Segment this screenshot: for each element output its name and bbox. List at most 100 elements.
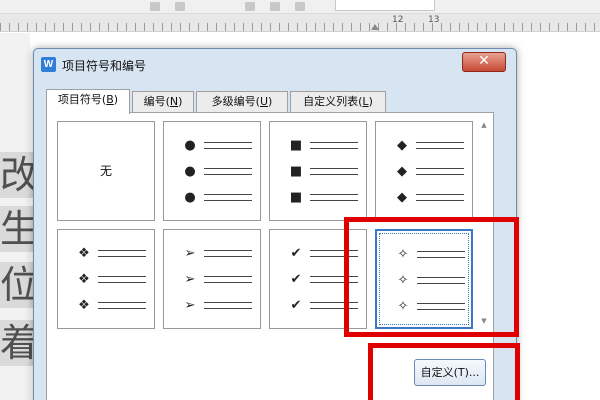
tab-multilevel[interactable]: 多级编号(U) (196, 91, 288, 112)
bullet-preview-line (98, 276, 146, 277)
bullet-preview-line (204, 148, 252, 149)
bullet-preview-line (416, 142, 464, 143)
tab-label: 编号( (143, 95, 170, 108)
bullet-preview-line (98, 282, 146, 283)
horizontal-ruler[interactable]: 12 13 (0, 14, 600, 32)
bullet-symbol: ● (184, 190, 196, 205)
bullet-symbol: ■ (289, 164, 303, 179)
bullet-option-diamond[interactable]: ◆ ◆ ◆ (375, 121, 473, 221)
bullet-symbol: ◆ (397, 138, 407, 153)
document-text[interactable]: 位 (0, 262, 34, 308)
bullet-symbol: ❖ (78, 246, 90, 261)
bullet-symbol: ❖ (78, 298, 90, 313)
bullet-symbol: ❖ (78, 272, 90, 287)
toolbar-button-icon[interactable] (175, 2, 185, 11)
bullet-symbol: ✔ (290, 298, 302, 313)
bullet-preview-line (98, 302, 146, 303)
bullet-symbol: ➢ (184, 246, 196, 261)
bullet-none-label: 无 (99, 164, 112, 178)
tab-numbering[interactable]: 编号(N) (132, 91, 194, 112)
dialog-title: 项目符号和编号 (62, 59, 147, 73)
bullet-preview-line (204, 142, 252, 143)
toolbar-button-icon[interactable] (270, 2, 280, 11)
highlight-box-selected-bullet (344, 217, 519, 337)
bullet-symbol: ◆ (397, 190, 407, 205)
document-text[interactable]: 生 (0, 206, 34, 252)
bullet-symbol: ✔ (290, 246, 302, 261)
bullet-preview-line (98, 308, 146, 309)
bullet-preview-line (310, 148, 358, 149)
bullet-preview-row: ● (182, 191, 252, 205)
bullet-preview-line (204, 282, 252, 283)
tab-accelerator: U (259, 95, 269, 108)
bullet-preview-line (204, 308, 252, 309)
tab-label: 多级编号( (211, 95, 260, 108)
bullet-preview-line (416, 174, 464, 175)
tab-label: ) (113, 93, 119, 106)
bullet-preview-line (310, 168, 358, 169)
bullet-option-arrow[interactable]: ➢ ➢ ➢ (163, 229, 261, 329)
bullet-preview-line (310, 142, 358, 143)
bullet-preview-row: ➢ (182, 247, 252, 261)
bullet-preview-row: ➢ (182, 273, 252, 287)
bullet-preview-line (98, 250, 146, 251)
bullet-symbol: ✔ (290, 272, 302, 287)
bullet-preview-row: ■ (288, 191, 358, 205)
dialog-titlebar[interactable]: W 项目符号和编号 ✕ (34, 49, 516, 79)
bullet-symbol: ■ (289, 138, 303, 153)
bullet-preview-line (204, 276, 252, 277)
bullet-preview-line (310, 174, 358, 175)
highlight-box-customize (368, 343, 520, 400)
bullet-preview-line (204, 200, 252, 201)
toolbar-button-icon[interactable] (245, 2, 255, 11)
close-icon: ✕ (478, 53, 490, 69)
bullet-preview-line (416, 200, 464, 201)
bullet-preview-row: ◆ (394, 139, 464, 153)
bullet-preview-line (416, 194, 464, 195)
bullet-preview-line (204, 168, 252, 169)
bullet-preview-line (204, 250, 252, 251)
toolbar-search-box[interactable] (335, 0, 435, 11)
tab-custom-list[interactable]: 自定义列表(L) (290, 91, 386, 112)
tab-accelerator: B (106, 93, 114, 106)
bullet-preview-row: ◆ (394, 191, 464, 205)
tab-label: ) (268, 95, 273, 108)
toolbar-button-icon[interactable] (150, 2, 160, 11)
document-text[interactable]: 着 (0, 320, 34, 366)
tab-bullets[interactable]: 项目符号(B) (46, 89, 130, 114)
bullet-option-none[interactable]: 无 (57, 121, 155, 221)
toolbar-button-icon[interactable] (295, 2, 305, 11)
bullet-preview-line (310, 200, 358, 201)
bullet-preview-row: ◆ (394, 165, 464, 179)
document-text[interactable]: 改 (0, 152, 34, 198)
ruler-indent-marker[interactable] (371, 24, 379, 30)
bullet-preview-line (204, 256, 252, 257)
bullet-preview-row: ■ (288, 165, 358, 179)
bullet-symbol: ● (184, 138, 196, 153)
bullet-preview-row: ❖ (76, 273, 146, 287)
bullet-preview-line (416, 168, 464, 169)
bullet-preview-line (204, 302, 252, 303)
bullet-preview-row: ● (182, 165, 252, 179)
bullet-preview-line (204, 194, 252, 195)
tab-label: ) (368, 95, 373, 108)
tab-label: 自定义列表( (303, 95, 363, 108)
bullet-preview-row: ■ (288, 139, 358, 153)
tab-accelerator: N (169, 95, 179, 108)
bullet-preview-row: ➢ (182, 299, 252, 313)
ruler-ticks (0, 23, 600, 31)
bullet-option-square[interactable]: ■ ■ ■ (269, 121, 367, 221)
ruler-number: 12 (392, 15, 404, 25)
bullet-preview-line (204, 174, 252, 175)
bullet-symbol: ◆ (397, 164, 407, 179)
scroll-up-arrow-icon[interactable]: ▲ (477, 119, 491, 131)
close-button[interactable]: ✕ (462, 52, 506, 72)
bullet-preview-line (310, 194, 358, 195)
bullet-option-circle[interactable]: ● ● ● (163, 121, 261, 221)
bullet-symbol: ● (184, 164, 196, 179)
bullet-preview-line (416, 148, 464, 149)
bullet-symbol: ■ (289, 190, 303, 205)
bullet-preview-row: ● (182, 139, 252, 153)
bullet-option-four-diamond[interactable]: ❖ ❖ ❖ (57, 229, 155, 329)
wps-writer-icon: W (41, 57, 56, 72)
